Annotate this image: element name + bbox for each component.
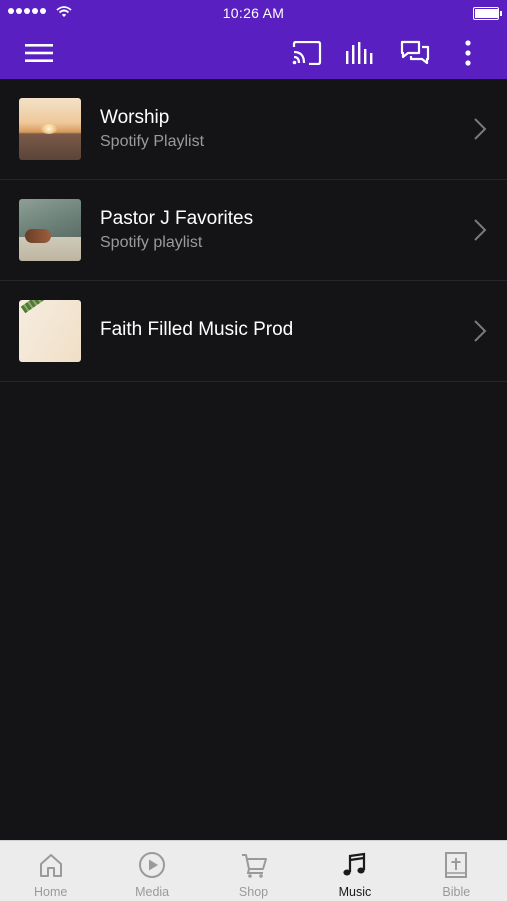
- app-bar: [0, 26, 507, 79]
- playlist-thumbnail: [19, 300, 81, 362]
- menu-icon: [25, 43, 53, 62]
- tab-shop[interactable]: Shop: [203, 841, 304, 901]
- tab-bible[interactable]: Bible: [406, 841, 507, 901]
- playlist-thumbnail: [19, 98, 81, 160]
- playlist-subtitle: Spotify playlist: [100, 234, 203, 251]
- tab-label: Bible: [442, 885, 471, 899]
- playlist-item-pastor-j-favorites[interactable]: Pastor J Favorites Spotify playlist: [0, 180, 507, 281]
- tab-music[interactable]: Music: [304, 841, 405, 901]
- status-bar: 10:26 AM: [0, 0, 507, 26]
- equalizer-button[interactable]: [343, 26, 377, 79]
- home-icon: [39, 854, 62, 877]
- tab-media[interactable]: Media: [101, 841, 202, 901]
- cast-button[interactable]: [290, 26, 324, 79]
- equalizer-icon: [346, 41, 373, 64]
- chevron-right-icon: [474, 219, 487, 241]
- playlist-list: Worship Spotify Playlist Pastor J Favori…: [0, 79, 507, 382]
- playlist-item-faith-filled-music-prod[interactable]: Faith Filled Music Prod: [0, 281, 507, 382]
- playlist-thumbnail: [19, 199, 81, 261]
- cart-icon: [241, 854, 267, 878]
- play-circle-icon: [139, 852, 166, 878]
- playlist-item-worship[interactable]: Worship Spotify Playlist: [0, 79, 507, 180]
- menu-button[interactable]: [22, 26, 56, 79]
- music-note-icon: [343, 852, 366, 876]
- tab-label: Home: [34, 885, 68, 899]
- playlist-title: Pastor J Favorites: [100, 208, 254, 229]
- tab-home[interactable]: Home: [0, 841, 101, 901]
- playlist-title: Faith Filled Music Prod: [100, 319, 294, 340]
- battery-icon: [473, 7, 502, 20]
- tab-label: Shop: [238, 885, 269, 899]
- tab-label: Media: [135, 885, 170, 899]
- playlist-title: Worship: [100, 107, 170, 128]
- playlist-subtitle: Spotify Playlist: [100, 133, 205, 150]
- chevron-right-icon: [474, 118, 487, 140]
- chevron-right-icon: [474, 320, 487, 342]
- more-options-button[interactable]: [455, 26, 481, 79]
- chat-button[interactable]: [398, 26, 432, 79]
- bottom-tab-bar: Home Media Shop Music Bible: [0, 840, 507, 901]
- more-vertical-icon: [465, 39, 471, 66]
- chat-icon: [400, 40, 430, 64]
- cast-icon: [292, 40, 322, 65]
- bible-icon: [445, 852, 468, 878]
- status-time: 10:26 AM: [222, 5, 285, 21]
- tab-label: Music: [338, 885, 372, 899]
